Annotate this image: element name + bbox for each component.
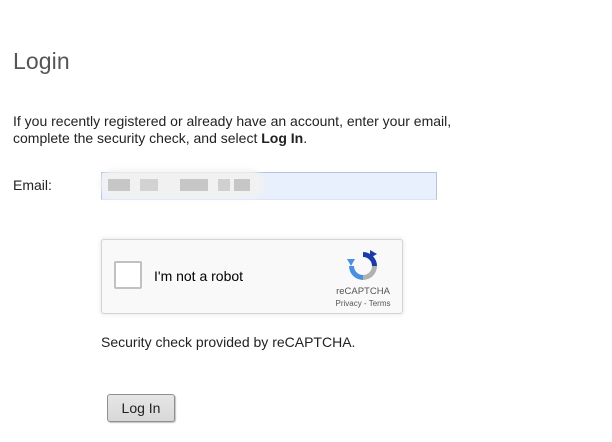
- login-instructions: If you recently registered or already ha…: [13, 113, 453, 147]
- recaptcha-checkbox-label: I'm not a robot: [154, 268, 244, 284]
- recaptcha-links-separator: -: [361, 299, 369, 308]
- recaptcha-logo-icon: [347, 250, 377, 280]
- login-page: Login If you recently registered or alre…: [0, 0, 612, 442]
- page-title: Login: [13, 48, 70, 74]
- recaptcha-terms-link[interactable]: Terms: [369, 299, 391, 308]
- recaptcha-widget: I'm not a robot reCAPTCHA Privacy - Term…: [101, 239, 403, 314]
- recaptcha-links: Privacy - Terms: [324, 299, 402, 308]
- recaptcha-brand: reCAPTCHA: [336, 286, 390, 297]
- recaptcha-privacy-link[interactable]: Privacy: [336, 299, 362, 308]
- recaptcha-checkbox[interactable]: [114, 261, 142, 289]
- security-note: Security check provided by reCAPTCHA.: [101, 334, 356, 350]
- login-button[interactable]: Log In: [107, 394, 175, 422]
- email-label: Email:: [13, 177, 52, 193]
- email-field[interactable]: [101, 172, 437, 200]
- intro-end: .: [303, 130, 308, 146]
- intro-bold-text: Log In: [261, 130, 304, 146]
- intro-text: If you recently registered or already ha…: [13, 113, 452, 146]
